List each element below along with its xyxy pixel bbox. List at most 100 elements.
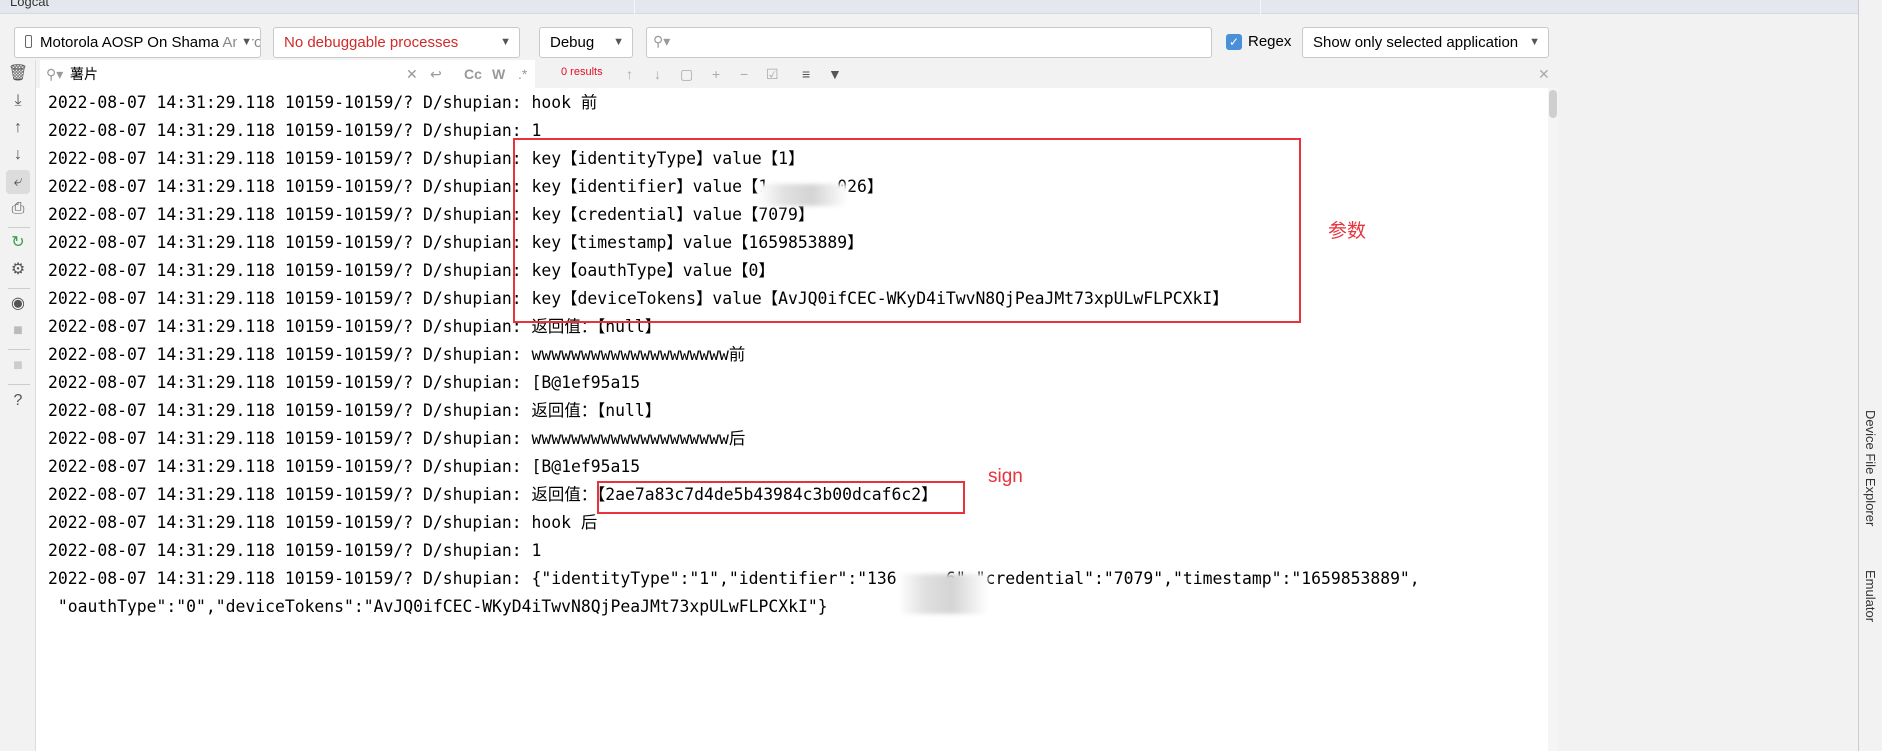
device-file-explorer-tab[interactable]: Device File Explorer <box>1863 410 1878 526</box>
log-prefix: 2022-08-07 14:31:29.118 10159-10159/? D/… <box>48 149 532 168</box>
right-tool-strip: Device File Explorer Emulator <box>1858 0 1882 751</box>
log-message: hook 后 <box>531 513 598 532</box>
sign-annotation: sign <box>988 466 1023 487</box>
device-name: Motorola AOSP On Shama <box>40 34 223 51</box>
divider <box>8 349 30 350</box>
scroll-to-end-icon[interactable]: ⤓ <box>6 89 30 113</box>
app-filter-label: Show only selected application <box>1313 34 1519 51</box>
regex-label: Regex <box>1248 33 1292 50</box>
log-message: 1 <box>531 541 542 560</box>
restart-icon[interactable]: ↻ <box>6 231 30 255</box>
trash-icon[interactable]: 🗑 <box>6 62 30 86</box>
title-bar: Logcat <box>0 0 1881 14</box>
log-message: 返回值：【null】 <box>531 401 662 420</box>
params-annotation: 参数 <box>1328 221 1367 242</box>
params-highlight-box <box>513 138 1301 323</box>
soft-wrap-icon[interactable]: ⤶ <box>6 170 30 194</box>
log-message: hook 前 <box>531 93 598 112</box>
settings-icon[interactable]: ⚙ <box>6 258 30 282</box>
log-line: 2022-08-07 14:31:29.118 10159-10159/? D/… <box>48 117 541 145</box>
log-prefix: 2022-08-07 14:31:29.118 10159-10159/? D/… <box>48 289 532 308</box>
add-selection-icon[interactable]: + <box>712 64 720 84</box>
log-line: 2022-08-07 14:31:29.118 10159-10159/? D/… <box>48 425 745 453</box>
up-arrow-icon[interactable]: ↑ <box>6 116 30 140</box>
scrollbar-thumb[interactable] <box>1549 90 1557 118</box>
print-icon[interactable]: ⎙ <box>6 197 30 221</box>
regex-checkbox[interactable]: ✓ <box>1226 34 1242 50</box>
log-message: [B@1ef95a15 <box>531 373 641 392</box>
remove-selection-icon[interactable]: − <box>740 64 748 84</box>
process-label: No debuggable processes <box>284 34 459 51</box>
screenshot-icon[interactable]: ◉ <box>6 292 30 316</box>
words-icon[interactable]: W <box>492 64 505 84</box>
redaction-blur <box>898 574 988 614</box>
sign-highlight-box <box>597 481 965 514</box>
emulator-tab[interactable]: Emulator <box>1863 570 1878 622</box>
select-all-occurrences-icon[interactable]: ☑ <box>766 64 779 84</box>
clear-icon[interactable]: ✕ <box>406 64 418 84</box>
chevron-down-icon: ▼ <box>500 36 511 48</box>
log-prefix: 2022-08-07 14:31:29.118 10159-10159/? D/… <box>48 485 532 504</box>
chevron-down-icon: ▼ <box>1529 36 1540 48</box>
log-line: 2022-08-07 14:31:29.118 10159-10159/? D/… <box>48 453 640 481</box>
log-message: wwwwwwwwwwwwwwwwwwww后 <box>531 429 746 448</box>
log-line: 2022-08-07 14:31:29.118 10159-10159/? D/… <box>48 341 745 369</box>
log-prefix: 2022-08-07 14:31:29.118 10159-10159/? D/… <box>48 513 532 532</box>
log-message: [B@1ef95a15 <box>531 457 641 476</box>
log-prefix: 2022-08-07 14:31:29.118 10159-10159/? D/… <box>48 261 532 280</box>
log-line-continuation: "oauthType":"0","deviceTokens":"AvJQ0ifC… <box>48 597 828 616</box>
search-icon: ⚲▾ <box>46 66 64 82</box>
filter-bar: ⚲▾ 薯片 ✕ ↩ Cc W .* 0 results ↑ ↓ ▢ + − ☑ … <box>36 60 1858 88</box>
chevron-down-icon: ▼ <box>237 28 252 57</box>
log-prefix: 2022-08-07 14:31:29.118 10159-10159/? D/… <box>48 373 532 392</box>
log-prefix: 2022-08-07 14:31:29.118 10159-10159/? D/… <box>48 317 532 336</box>
filter-input[interactable]: ⚲▾ 薯片 ✕ ↩ Cc W .* <box>40 60 535 88</box>
logcat-search-input[interactable]: ⚲▾ <box>646 27 1212 58</box>
log-line: 2022-08-07 14:31:29.118 10159-10159/? D/… <box>48 89 597 117</box>
log-prefix: 2022-08-07 14:31:29.118 10159-10159/? D/… <box>48 205 532 224</box>
match-case-icon[interactable]: Cc <box>464 64 482 84</box>
divider <box>1260 0 1261 14</box>
log-prefix: 2022-08-07 14:31:29.118 10159-10159/? D/… <box>48 541 532 560</box>
divider <box>634 0 635 14</box>
multiline-icon[interactable]: ↩ <box>430 64 442 84</box>
log-prefix: 2022-08-07 14:31:29.118 10159-10159/? D/… <box>48 345 532 364</box>
results-count: 0 results <box>561 66 603 78</box>
log-prefix: 2022-08-07 14:31:29.118 10159-10159/? D/… <box>48 457 532 476</box>
next-occurrence-icon[interactable]: ↓ <box>654 64 661 84</box>
select-all-icon[interactable]: ▢ <box>680 64 693 84</box>
filter-icon[interactable]: ▼ <box>828 64 842 84</box>
scrollbar[interactable] <box>1548 88 1558 751</box>
log-line: 2022-08-07 14:31:29.118 10159-10159/? D/… <box>48 509 597 537</box>
panel-title: Logcat <box>10 0 50 9</box>
log-line: 2022-08-07 14:31:29.118 10159-10159/? D/… <box>48 537 541 565</box>
stop-icon[interactable]: ■ <box>6 354 30 378</box>
divider <box>8 227 30 228</box>
divider <box>8 288 30 289</box>
phone-icon <box>25 35 32 48</box>
log-level-select[interactable]: Debug ▼ <box>539 27 633 58</box>
prev-occurrence-icon[interactable]: ↑ <box>626 64 633 84</box>
log-prefix: 2022-08-07 14:31:29.118 10159-10159/? D/… <box>48 93 532 112</box>
process-select[interactable]: No debuggable processes ▼ <box>273 27 520 58</box>
app-filter-select[interactable]: Show only selected application ▼ <box>1302 27 1549 58</box>
device-select[interactable]: Motorola AOSP On Shama Andro ▼ <box>14 27 261 58</box>
log-message: wwwwwwwwwwwwwwwwwwww前 <box>531 345 746 364</box>
log-prefix: 2022-08-07 14:31:29.118 10159-10159/? D/… <box>48 177 532 196</box>
down-arrow-icon[interactable]: ↓ <box>6 143 30 167</box>
divider <box>8 384 30 385</box>
log-line: 2022-08-07 14:31:29.118 10159-10159/? D/… <box>48 397 661 425</box>
filter-query: 薯片 <box>70 66 98 82</box>
log-line: 2022-08-07 14:31:29.118 10159-10159/? D/… <box>48 369 640 397</box>
regex-icon[interactable]: .* <box>518 64 527 84</box>
help-icon[interactable]: ? <box>6 389 30 413</box>
screen-record-icon[interactable]: ■ <box>6 319 30 343</box>
filter-settings-icon[interactable]: ≡ <box>802 64 810 84</box>
close-icon[interactable]: ✕ <box>1538 64 1550 84</box>
log-prefix: 2022-08-07 14:31:29.118 10159-10159/? D/… <box>48 429 532 448</box>
log-line: 2022-08-07 14:31:29.118 10159-10159/? D/… <box>48 565 1420 593</box>
search-icon: ⚲▾ <box>653 33 671 49</box>
log-prefix: 2022-08-07 14:31:29.118 10159-10159/? D/… <box>48 233 532 252</box>
chevron-down-icon: ▼ <box>613 36 624 48</box>
logcat-sidebar: 🗑 ⤓ ↑ ↓ ⤶ ⎙ ↻ ⚙ ◉ ■ ■ ? <box>0 60 36 751</box>
